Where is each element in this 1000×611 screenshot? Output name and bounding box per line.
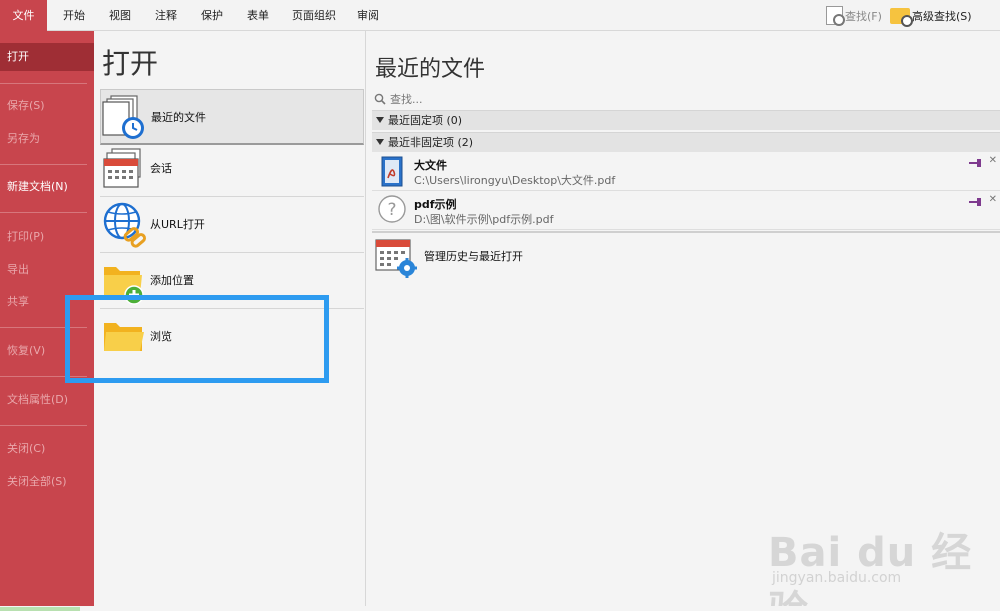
nav-item-print[interactable]: 打印(P) [0, 223, 94, 251]
unknown-file-icon: ? [378, 195, 406, 223]
nav-item-open[interactable]: 打开 [0, 43, 94, 71]
advanced-find-label: 高级查找(S) [912, 9, 972, 23]
recent-files-title: 最近的文件 [375, 57, 486, 82]
ribbon-tabs: 文件 开始 视图 注释 保护 表单 页面组织 审阅 查找(F) 高级查找(S) [0, 0, 1000, 31]
globe-link-icon [100, 199, 150, 249]
search-icon [374, 93, 386, 105]
unpinned-group-label: 最近非固定项 (2) [388, 136, 474, 149]
file-path: D:\图\软件示例\pdf示例.pdf [414, 213, 554, 226]
calendar-gear-icon [375, 239, 417, 278]
remove-icon[interactable]: ✕ [989, 155, 997, 166]
open-item-from-url[interactable]: 从URL打开 [100, 196, 364, 252]
tab-home[interactable]: 开始 [55, 0, 93, 31]
advanced-find-button[interactable]: 高级查找(S) [890, 0, 972, 31]
baidu-watermark: Bai du 经验 jingyan.baidu.com [768, 520, 1000, 611]
tab-comment[interactable]: 注释 [147, 0, 185, 31]
file-path: C:\Users\lirongyu\Desktop\大文件.pdf [414, 174, 616, 187]
recent-files-icon [101, 92, 151, 142]
file-name: 大文件 [414, 159, 447, 172]
nav-divider [0, 83, 87, 84]
advanced-find-icon [890, 7, 913, 27]
pdf-file-icon [381, 156, 403, 187]
divider [372, 231, 1000, 233]
nav-divider [0, 212, 87, 213]
manage-history-button[interactable]: 管理历史与最近打开 [374, 234, 523, 278]
manage-history-label: 管理历史与最近打开 [424, 250, 523, 263]
tab-protect[interactable]: 保护 [193, 0, 231, 31]
pinned-group-label: 最近固定项 (0) [388, 114, 463, 127]
find-label: 查找(F) [845, 9, 882, 23]
tab-view[interactable]: 视图 [101, 0, 139, 31]
nav-item-export[interactable]: 导出 [0, 256, 94, 284]
search-input[interactable]: 查找... [390, 91, 423, 107]
nav-item-new-document[interactable]: 新建文档(N) [0, 173, 94, 201]
tab-file[interactable]: 文件 [0, 0, 47, 31]
open-item-label: 从URL打开 [150, 218, 205, 231]
watermark-brand: Bai du 经验 [768, 530, 973, 611]
remove-icon[interactable]: ✕ [989, 194, 997, 205]
tab-forms[interactable]: 表单 [239, 0, 277, 31]
recent-search[interactable]: 查找... [374, 89, 423, 109]
nav-item-document-properties[interactable]: 文档属性(D) [0, 386, 94, 414]
collapse-triangle-icon [376, 139, 384, 145]
nav-item-save[interactable]: 保存(S) [0, 92, 94, 120]
find-icon [826, 6, 845, 26]
nav-item-close-all[interactable]: 关闭全部(S) [0, 468, 94, 496]
nav-item-close[interactable]: 关闭(C) [0, 435, 94, 463]
open-item-recent-files[interactable]: 最近的文件 [100, 89, 364, 145]
pin-icon[interactable] [969, 198, 983, 206]
session-icon [100, 143, 150, 193]
nav-divider [0, 164, 87, 165]
tab-review[interactable]: 审阅 [349, 0, 387, 31]
highlight-box [65, 295, 329, 383]
recent-file-row[interactable]: 大文件 C:\Users\lirongyu\Desktop\大文件.pdf ✕ [372, 152, 1000, 191]
open-item-session[interactable]: 会话 [100, 140, 364, 196]
bottom-progress-strip [0, 607, 80, 611]
open-item-label: 最近的文件 [151, 110, 206, 124]
recent-file-row[interactable]: ? pdf示例 D:\图\软件示例\pdf示例.pdf ✕ [372, 191, 1000, 230]
open-panel-title: 打开 [102, 47, 159, 80]
nav-item-save-as[interactable]: 另存为 [0, 125, 94, 153]
pin-icon[interactable] [969, 159, 983, 167]
svg-text:?: ? [387, 200, 396, 220]
pinned-group-header[interactable]: 最近固定项 (0) [372, 110, 1000, 130]
open-item-label: 会话 [150, 162, 172, 175]
open-item-label: 添加位置 [150, 274, 194, 287]
find-button[interactable]: 查找(F) [826, 0, 882, 31]
watermark-url: jingyan.baidu.com [772, 570, 902, 586]
tab-page-organize[interactable]: 页面组织 [283, 0, 345, 31]
bottom-strip [0, 606, 1000, 611]
file-name: pdf示例 [414, 198, 457, 211]
collapse-triangle-icon [376, 117, 384, 123]
nav-divider [0, 425, 87, 426]
unpinned-group-header[interactable]: 最近非固定项 (2) [372, 132, 1000, 152]
